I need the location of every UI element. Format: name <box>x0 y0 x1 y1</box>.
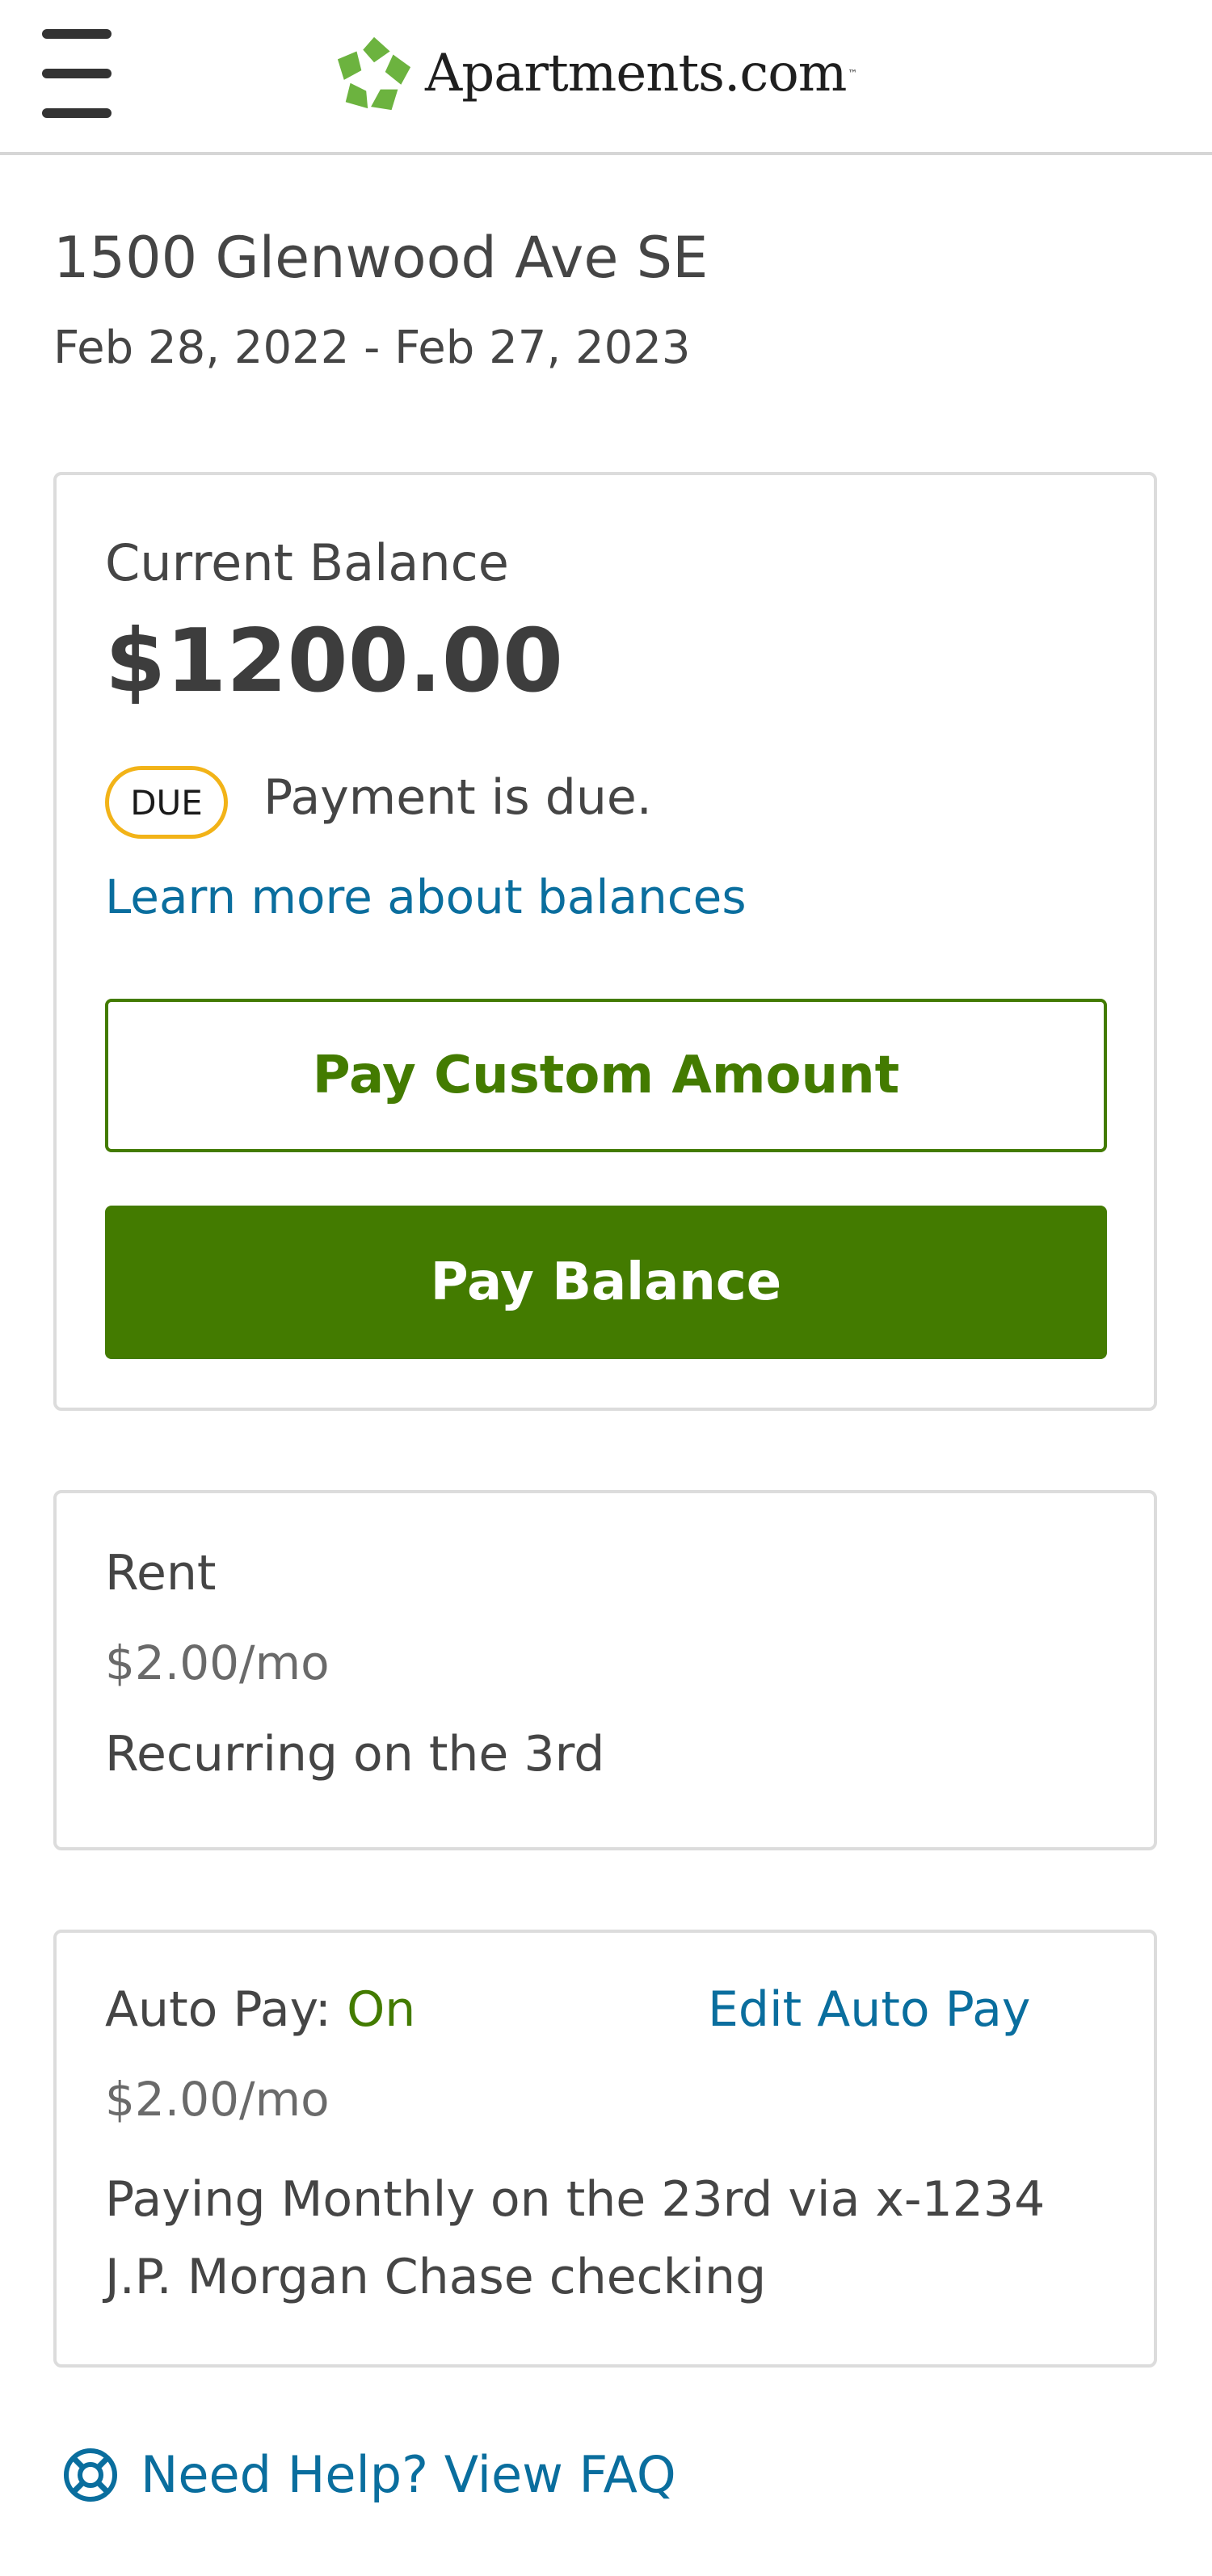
payment-status-text: Payment is due. <box>263 769 652 826</box>
menu-line <box>42 69 112 78</box>
lifebuoy-icon <box>64 2448 117 2502</box>
help-faq-label: Need Help? View FAQ <box>141 2445 676 2504</box>
autopay-amount: $2.00/mo <box>105 2072 330 2127</box>
rent-title: Rent <box>105 1545 217 1602</box>
pay-custom-amount-button[interactable]: Pay Custom Amount <box>105 999 1107 1152</box>
balance-card: Current Balance $1200.00 DUE Payment is … <box>53 472 1157 1411</box>
balance-label: Current Balance <box>105 533 509 592</box>
learn-more-balances-link[interactable]: Learn more about balances <box>105 869 747 924</box>
hamburger-menu-icon[interactable] <box>42 29 113 118</box>
rent-card: Rent $2.00/mo Recurring on the 3rd <box>53 1490 1157 1850</box>
due-badge: DUE <box>105 766 228 839</box>
autopay-description: Paying Monthly on the 23rd via x-1234 J.… <box>105 2171 1046 2305</box>
autopay-card: Auto Pay: On Edit Auto Pay $2.00/mo Payi… <box>53 1930 1157 2368</box>
brand-logo[interactable]: Apartments.com ™ <box>335 31 857 116</box>
balance-amount: $1200.00 <box>105 611 564 712</box>
autopay-status: On <box>347 1981 416 2038</box>
rent-recurring-text: Recurring on the 3rd <box>105 1726 605 1783</box>
app-header: Apartments.com ™ <box>0 0 1212 155</box>
help-faq-link[interactable]: Need Help? View FAQ <box>61 2445 676 2504</box>
edit-autopay-link[interactable]: Edit Auto Pay <box>708 1981 1030 2038</box>
autopay-label-text: Auto Pay: <box>105 1981 347 2038</box>
property-address: 1500 Glenwood Ave SE <box>53 225 709 291</box>
lease-dates: Feb 28, 2022 - Feb 27, 2023 <box>53 322 691 374</box>
autopay-label: Auto Pay: On <box>105 1981 415 2038</box>
pay-balance-button[interactable]: Pay Balance <box>105 1206 1107 1359</box>
apartments-logo-icon <box>337 36 411 111</box>
rent-amount: $2.00/mo <box>105 1635 330 1690</box>
menu-line <box>42 108 112 118</box>
brand-name: Apartments.com <box>425 44 847 103</box>
menu-line <box>42 29 112 39</box>
trademark-symbol: ™ <box>848 68 858 79</box>
